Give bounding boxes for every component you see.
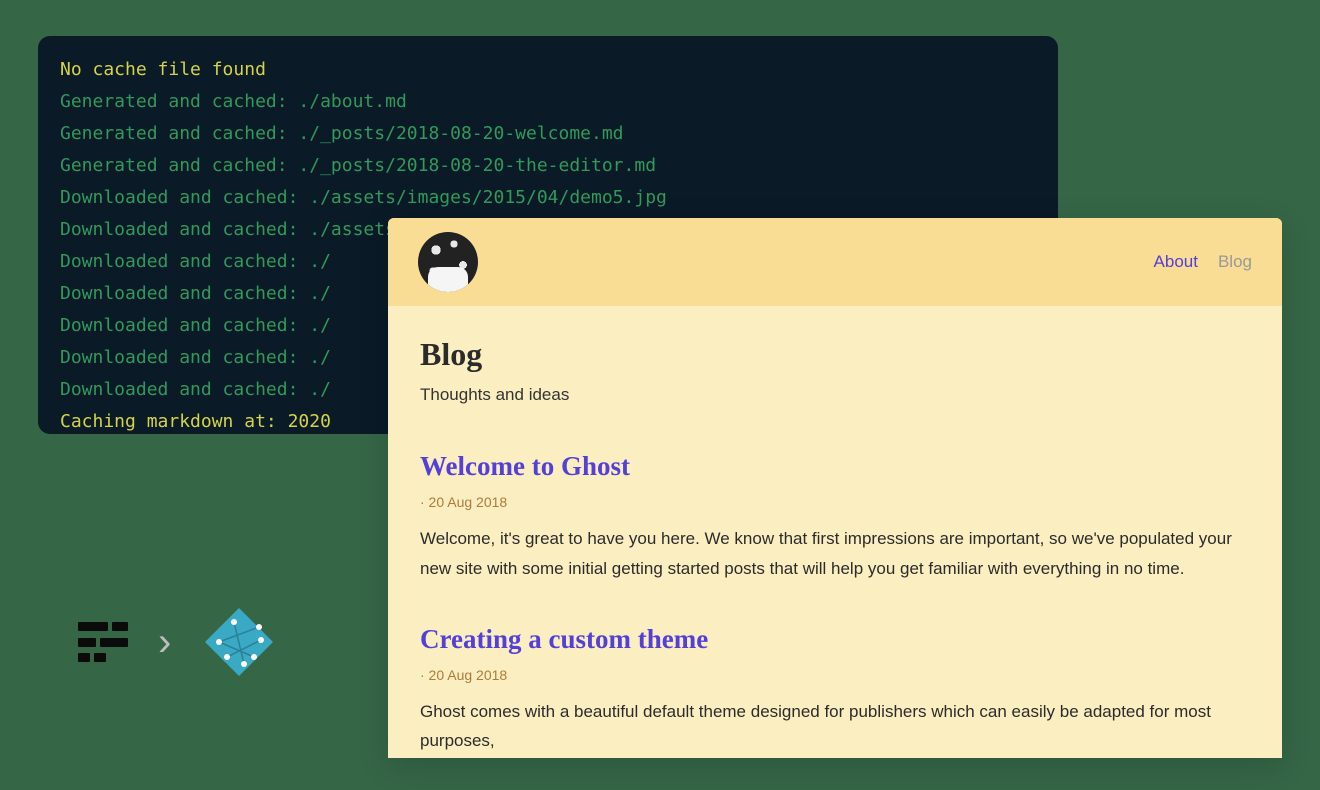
post-excerpt: Welcome, it's great to have you here. We…: [420, 524, 1250, 584]
post-title-link[interactable]: Welcome to Ghost: [420, 451, 1250, 482]
chevron-right-icon: ›: [158, 620, 171, 665]
post-item: Welcome to Ghost · 20 Aug 2018 Welcome, …: [420, 451, 1250, 584]
nav-link-about[interactable]: About: [1154, 252, 1198, 272]
page-title: Blog: [420, 336, 1250, 373]
page-subtitle: Thoughts and ideas: [420, 385, 1250, 405]
build-flow-icons: ›: [78, 602, 279, 682]
terminal-line: Downloaded and cached: ./assets/images/2…: [60, 182, 1036, 214]
post-excerpt: Ghost comes with a beautiful default the…: [420, 697, 1250, 757]
nav-links: About Blog: [1154, 252, 1252, 272]
post-item: Creating a custom theme · 20 Aug 2018 Gh…: [420, 624, 1250, 757]
nav-link-blog[interactable]: Blog: [1218, 252, 1252, 272]
terminal-line: Generated and cached: ./_posts/2018-08-2…: [60, 118, 1036, 150]
avatar[interactable]: [418, 232, 478, 292]
terminal-line: Generated and cached: ./_posts/2018-08-2…: [60, 150, 1036, 182]
serverless-icon: [78, 616, 130, 668]
netlify-icon: [199, 602, 279, 682]
blog-header: About Blog: [388, 218, 1282, 306]
terminal-line: No cache file found: [60, 54, 1036, 86]
post-title-link[interactable]: Creating a custom theme: [420, 624, 1250, 655]
blog-body: Blog Thoughts and ideas Welcome to Ghost…: [388, 306, 1282, 758]
post-date: · 20 Aug 2018: [420, 494, 1250, 510]
terminal-line: Generated and cached: ./about.md: [60, 86, 1036, 118]
blog-preview-window: About Blog Blog Thoughts and ideas Welco…: [388, 218, 1282, 758]
post-date: · 20 Aug 2018: [420, 667, 1250, 683]
